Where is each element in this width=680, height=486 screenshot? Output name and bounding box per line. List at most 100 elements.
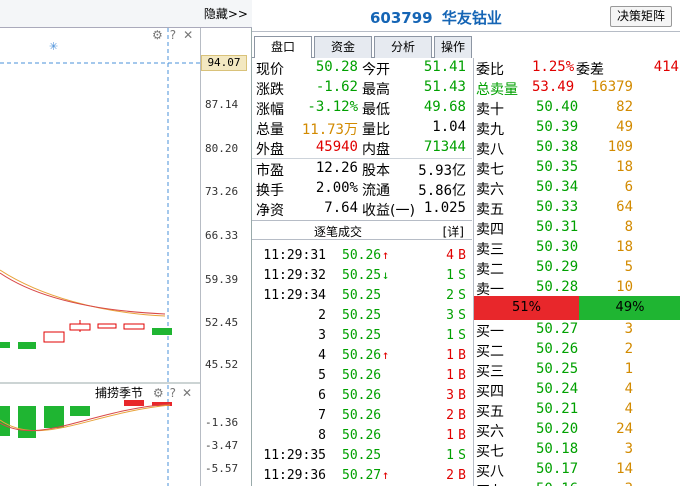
trade-side: S [458, 268, 466, 283]
decision-matrix-button[interactable]: 决策矩阵 [609, 6, 672, 27]
ask-label: 卖六 [476, 182, 504, 198]
quote-label: 外盘 [256, 142, 284, 158]
ask-row[interactable]: 卖一 50.28 10 [474, 278, 680, 298]
trade-time: 11:29:34 [263, 288, 326, 303]
trade-row: 11:29:32 50.25 ↓ 1 S [252, 266, 472, 286]
quote-label: 最低 [362, 102, 390, 118]
quote-label: 涨跌 [256, 82, 284, 98]
ask-row[interactable]: 卖三 50.30 18 [474, 238, 680, 258]
axis-tick: -3.47 [205, 439, 239, 452]
axis-tick: 59.39 [205, 273, 239, 286]
trade-volume: 2 [446, 288, 454, 303]
trade-row: 5 50.26 1 B [252, 366, 472, 386]
bid-row[interactable]: 买五 50.21 4 [474, 400, 680, 420]
bid-volume: 4 [624, 401, 633, 417]
tab-caozuo[interactable]: 操作 [434, 36, 472, 58]
bid-row[interactable]: 买七 50.18 3 [474, 440, 680, 460]
quote-label: 量比 [362, 122, 390, 138]
ask-volume: 8 [624, 219, 633, 235]
sell-ratio: 49% [579, 296, 680, 320]
current-price-marker: 94.07 [201, 55, 247, 71]
close-icon[interactable]: ✕ [183, 28, 193, 42]
trades-detail-link[interactable]: [详] [443, 223, 464, 240]
ask-row[interactable]: 卖六 50.34 6 [474, 178, 680, 198]
bid-volume: 3 [625, 481, 633, 486]
wei-bi-row: 委比 1.25% 委差 414 [474, 58, 680, 78]
quote-label: 总量 [256, 122, 284, 138]
stock-name: 华友钴业 [441, 9, 502, 27]
trade-volume: 3 [446, 388, 454, 403]
bid-row[interactable]: 买八 50.17 14 [474, 460, 680, 480]
quote-value: 51.43 [423, 79, 466, 95]
bid-row[interactable]: 买三 50.25 1 [474, 360, 680, 380]
subchart-bar [124, 400, 144, 406]
trade-price: 50.26 [342, 408, 382, 423]
bid-price: 50.27 [536, 321, 579, 337]
bid-volume: 3 [624, 441, 633, 457]
total-sell-label: 总卖量 [476, 82, 518, 98]
trade-volume: 4 [446, 248, 454, 263]
bid-price: 50.26 [536, 341, 579, 357]
price-axis: 87.14 80.20 73.26 66.33 59.39 52.45 45.5… [200, 28, 251, 486]
trade-volume: 2 [446, 468, 454, 483]
bid-volume: 1 [624, 361, 633, 377]
quote-value: 71344 [423, 139, 466, 155]
buy-sell-ratio-bar: 51% 49% [474, 296, 680, 320]
trade-volume: 1 [446, 268, 454, 283]
bid-price: 50.24 [536, 381, 579, 397]
quote-row: 现价 50.28 今开 51.41 [252, 58, 472, 78]
candle [0, 342, 10, 348]
quote-value: 2.00% [315, 180, 358, 196]
trade-price: 50.26 [342, 428, 382, 443]
tab-pankou[interactable]: 盘口 [254, 36, 312, 58]
bid-row[interactable]: 买四 50.24 4 [474, 380, 680, 400]
trade-side: B [458, 248, 466, 263]
ask-row[interactable]: 卖二 50.29 5 [474, 258, 680, 278]
bid-row[interactable]: 买一 50.27 3 [474, 320, 680, 340]
stock-header: 603799 华友钴业 决策矩阵 [252, 0, 680, 32]
ask-row[interactable]: 卖五 50.33 64 [474, 198, 680, 218]
ask-label: 卖三 [476, 242, 504, 258]
trade-volume: 1 [446, 328, 454, 343]
hide-panel-button[interactable]: 隐藏>> [204, 5, 248, 22]
ma-line-red [0, 272, 166, 315]
trade-side: B [458, 348, 466, 363]
kline-chart[interactable]: ✳ [0, 28, 200, 486]
question-icon[interactable]: ? [170, 28, 176, 42]
kline-chart-pane[interactable]: 隐藏>> ✳ ⚙? ✕ 捕捞季节 ⚙? ✕ 87.14 80.20 73.26 … [0, 0, 252, 486]
bid-price: 50.21 [536, 401, 579, 417]
ask-row[interactable]: 卖九 50.39 49 [474, 118, 680, 138]
gear-icon[interactable]: ⚙ [153, 386, 164, 400]
bid-row[interactable]: 买九 50.16 3 [474, 480, 680, 486]
up-arrow-icon: ↑ [382, 468, 390, 482]
bid-label: 买八 [476, 464, 504, 480]
ask-row[interactable]: 卖八 50.38 109 [474, 138, 680, 158]
axis-tick: -1.36 [205, 416, 239, 429]
bid-row[interactable]: 买二 50.26 2 [474, 340, 680, 360]
quote-label: 最高 [362, 82, 390, 98]
down-arrow-icon: ↓ [382, 268, 390, 282]
quote-label: 流通 [362, 183, 390, 199]
bid-label: 买九 [476, 481, 504, 486]
trade-row: 3 50.25 1 S [252, 326, 472, 346]
trade-price: 50.26 [342, 368, 382, 383]
ask-label: 卖九 [476, 122, 504, 138]
total-sell-volume: 16379 [590, 79, 633, 95]
ma-line-orange [0, 269, 166, 317]
ask-row[interactable]: 卖十 50.40 82 [474, 98, 680, 118]
bid-row[interactable]: 买六 50.20 24 [474, 420, 680, 440]
tab-fenxi[interactable]: 分析 [374, 36, 432, 58]
trade-side: B [458, 408, 466, 423]
question-icon[interactable]: ? [170, 386, 176, 400]
ask-row[interactable]: 卖四 50.31 8 [474, 218, 680, 238]
candle [152, 328, 172, 335]
tab-zijin[interactable]: 资金 [314, 36, 372, 58]
ask-row[interactable]: 卖七 50.35 18 [474, 158, 680, 178]
candle [43, 331, 65, 343]
stock-title: 603799 华友钴业 [370, 7, 502, 28]
buy-ratio: 51% [474, 296, 579, 320]
close-icon[interactable]: ✕ [182, 386, 192, 400]
gear-icon[interactable]: ⚙ [152, 28, 163, 42]
bid-label: 买三 [476, 364, 504, 380]
trade-time: 4 [318, 348, 326, 363]
